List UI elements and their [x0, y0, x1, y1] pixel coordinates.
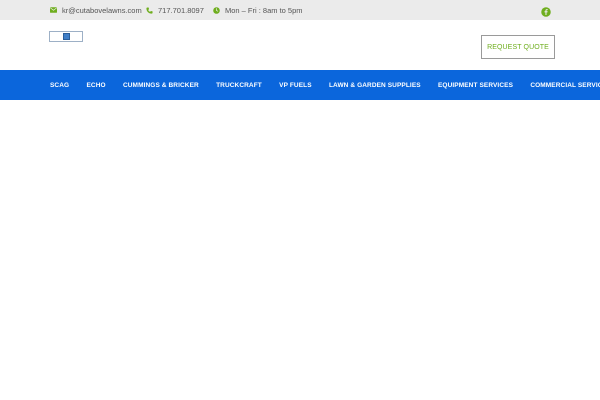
business-hours: Mon – Fri : 8am to 5pm [213, 0, 303, 20]
email-text[interactable]: kr@cutabovelawns.com [62, 6, 142, 15]
nav-item-commercial-services[interactable]: COMMERCIAL SERVICES [530, 70, 600, 100]
site-logo[interactable] [49, 31, 83, 42]
nav-item-lawn-garden-supplies[interactable]: LAWN & GARDEN SUPPLIES [329, 70, 421, 100]
top-info-bar: kr@cutabovelawns.com 717.701.8097 Mon – … [0, 0, 600, 20]
nav-item-cummings-bricker[interactable]: CUMMINGS & BRICKER [123, 70, 199, 100]
phone-icon [146, 6, 153, 14]
phone-text[interactable]: 717.701.8097 [158, 6, 204, 15]
facebook-icon [541, 7, 551, 17]
site-header: REQUEST QUOTE [0, 20, 600, 70]
envelope-icon [50, 7, 57, 13]
main-navigation: SCAG ECHO CUMMINGS & BRICKER TRUCKCRAFT … [0, 70, 600, 100]
contact-email[interactable]: kr@cutabovelawns.com [50, 0, 142, 20]
clock-icon [213, 6, 220, 14]
request-quote-button[interactable]: REQUEST QUOTE [481, 35, 555, 59]
hours-text: Mon – Fri : 8am to 5pm [225, 5, 303, 15]
nav-item-vp-fuels[interactable]: VP FUELS [279, 70, 311, 100]
facebook-link[interactable] [541, 4, 551, 17]
nav-item-equipment-services[interactable]: EQUIPMENT SERVICES [438, 70, 513, 100]
nav-item-scag[interactable]: SCAG [50, 70, 69, 100]
nav-item-echo[interactable]: ECHO [86, 70, 105, 100]
nav-item-truckcraft[interactable]: TRUCKCRAFT [216, 70, 262, 100]
contact-phone[interactable]: 717.701.8097 [146, 0, 204, 20]
broken-image-icon [62, 33, 70, 40]
